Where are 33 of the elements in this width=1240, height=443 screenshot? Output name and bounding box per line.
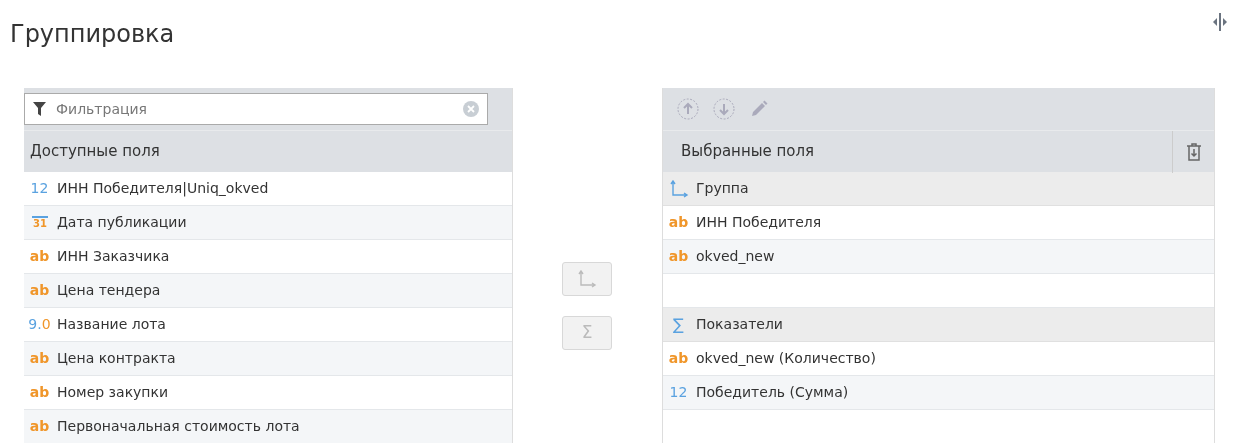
page-title: Группировка: [10, 20, 175, 49]
move-up-button[interactable]: [677, 98, 699, 120]
type-icon: ab: [24, 348, 55, 369]
field-item[interactable]: ab okved_new: [663, 240, 1214, 274]
type-icon: ab: [24, 382, 55, 403]
section-label: Показатели: [696, 315, 783, 334]
axis-icon: [668, 180, 689, 198]
sigma-icon: ∑: [663, 312, 694, 337]
axis-icon: [577, 270, 597, 288]
clear-icon[interactable]: [463, 101, 479, 117]
type-icon: ab: [663, 212, 694, 233]
section-label: Группа: [696, 179, 749, 198]
available-fields-header: Доступные поля: [24, 130, 512, 172]
filter-box[interactable]: Фильтрация: [24, 93, 488, 125]
type-icon: 12: [663, 382, 694, 403]
type-icon: ab: [663, 246, 694, 267]
edit-button[interactable]: [749, 99, 769, 119]
type-icon: 12: [24, 178, 55, 199]
split-panel-icon[interactable]: [1212, 12, 1228, 32]
field-item[interactable]: ab Цена контракта: [24, 342, 512, 376]
field-item[interactable]: ab Цена тендера: [24, 274, 512, 308]
field-item[interactable]: 31 Дата публикации: [24, 206, 512, 240]
type-icon: ab: [24, 280, 55, 301]
field-item[interactable]: 12 Победитель (Сумма): [663, 376, 1214, 410]
field-item[interactable]: ab Первоначальная стоимость лота: [24, 410, 512, 443]
type-icon: ab: [663, 348, 694, 369]
move-down-button[interactable]: [713, 98, 735, 120]
type-icon: ab: [24, 416, 55, 437]
type-icon: ab: [24, 246, 55, 267]
filter-icon: [33, 102, 46, 116]
trash-icon: [1185, 142, 1202, 161]
selected-fields-header: Выбранные поля: [680, 141, 815, 163]
type-icon: 9.0: [24, 314, 55, 335]
